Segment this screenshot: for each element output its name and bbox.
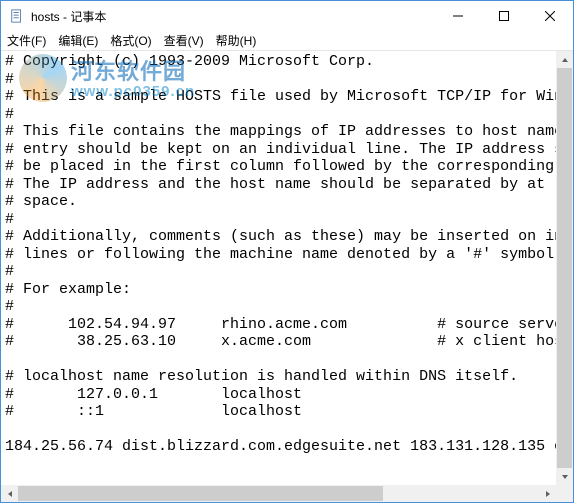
window-control-buttons [435, 1, 573, 31]
scroll-right-button[interactable] [539, 485, 556, 502]
text-editor[interactable]: # Copyright (c) 1993-2009 Microsoft Corp… [1, 51, 556, 485]
maximize-button[interactable] [481, 1, 527, 31]
editor-text-content[interactable]: # Copyright (c) 1993-2009 Microsoft Corp… [5, 53, 552, 456]
horizontal-scrollbar[interactable] [1, 485, 556, 502]
menu-edit[interactable]: 编辑(E) [56, 32, 100, 49]
vertical-scrollbar[interactable] [556, 51, 573, 485]
window-title: hosts - 记事本 [31, 8, 106, 25]
scroll-down-button[interactable] [556, 468, 573, 485]
menu-help[interactable]: 帮助(H) [214, 32, 259, 49]
minimize-button[interactable] [435, 1, 481, 31]
menu-file[interactable]: 文件(F) [5, 32, 48, 49]
horizontal-scroll-thumb[interactable] [18, 486, 383, 501]
scroll-up-button[interactable] [556, 51, 573, 68]
vertical-scroll-thumb[interactable] [557, 68, 572, 468]
menu-format[interactable]: 格式(O) [108, 32, 153, 49]
close-button[interactable] [527, 1, 573, 31]
notepad-window: hosts - 记事本 文件(F) 编辑(E) 格式(O) 查看(V) 帮助(H… [0, 0, 574, 503]
vertical-scroll-track[interactable] [556, 68, 573, 468]
notepad-app-icon [9, 8, 25, 24]
title-bar[interactable]: hosts - 记事本 [1, 1, 573, 31]
scroll-left-button[interactable] [1, 485, 18, 502]
horizontal-scroll-track[interactable] [18, 485, 539, 502]
menu-bar: 文件(F) 编辑(E) 格式(O) 查看(V) 帮助(H) [1, 31, 573, 51]
scrollbar-corner [556, 485, 573, 502]
client-area: 河东软件园 www.pc0359.cn # Copyright (c) 1993… [1, 51, 573, 502]
menu-view[interactable]: 查看(V) [162, 32, 206, 49]
